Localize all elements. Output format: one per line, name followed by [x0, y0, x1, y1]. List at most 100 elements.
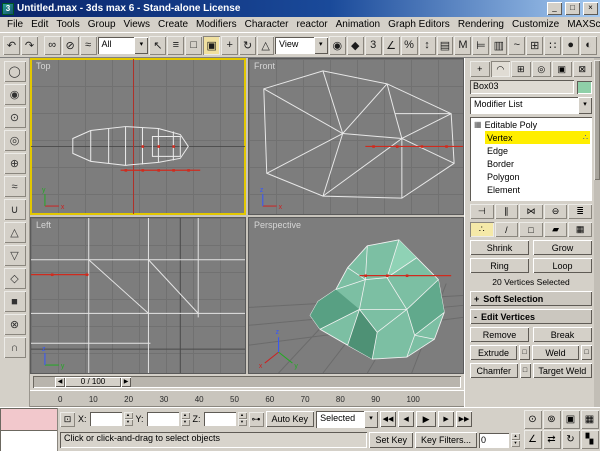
chamfer-button[interactable]: Chamfer [470, 363, 518, 378]
polygon-mode-icon[interactable]: ▰ [544, 222, 568, 237]
rectangular-selection-region-icon[interactable]: □ [185, 36, 202, 55]
reactor-tool-icon-5[interactable]: ⊕ [4, 153, 26, 174]
angle-snap-icon[interactable]: ∠ [383, 36, 400, 55]
pan-icon[interactable]: ⇄ [543, 430, 561, 449]
time-slider-handle[interactable]: ◀ 0 / 100 ▶ [55, 377, 131, 387]
viewport-left[interactable]: Left y z [30, 217, 246, 374]
previous-frame-icon[interactable]: ◀ [55, 377, 65, 387]
reactor-tool-icon-2[interactable]: ◉ [4, 84, 26, 105]
reactor-tool-icon-11[interactable]: ■ [4, 291, 26, 312]
arc-rotate-icon[interactable]: ↻ [562, 430, 580, 449]
hierarchy-tab-icon[interactable]: ⊞ [511, 61, 531, 77]
modify-tab-icon[interactable]: ◠ [491, 61, 511, 77]
edge-mode-icon[interactable]: / [495, 222, 519, 237]
minimize-button[interactable]: _ [547, 2, 562, 15]
pin-stack-icon[interactable]: ⊣ [470, 204, 494, 219]
current-frame-input[interactable] [479, 433, 509, 448]
layer-manager-icon[interactable]: ▥ [490, 36, 507, 55]
named-selection-sets-icon[interactable]: ▤ [437, 36, 454, 55]
go-to-end-icon[interactable]: ▶▶ [456, 411, 472, 427]
select-by-name-icon[interactable]: ≡ [167, 36, 184, 55]
curve-editor-icon[interactable]: ~ [508, 36, 525, 55]
menu-edit[interactable]: Edit [27, 18, 52, 31]
reactor-tool-icon-12[interactable]: ⊗ [4, 314, 26, 335]
y-coordinate-input[interactable] [147, 412, 179, 426]
stack-item-edge[interactable]: Edge [485, 144, 590, 157]
stack-item-polygon[interactable]: Polygon [485, 170, 590, 183]
select-and-manipulate-icon[interactable]: ◆ [347, 36, 364, 55]
menu-create[interactable]: Create [154, 18, 192, 31]
zoom-all-icon[interactable]: ⊚ [543, 410, 561, 429]
element-mode-icon[interactable]: ▦ [568, 222, 592, 237]
create-tab-icon[interactable]: + [470, 61, 490, 77]
select-and-scale-icon[interactable]: △ [257, 36, 274, 55]
use-pivot-center-icon[interactable]: ◉ [329, 36, 346, 55]
maximize-button[interactable]: □ [565, 2, 580, 15]
unlink-selection-icon[interactable]: ⊘ [62, 36, 79, 55]
menu-animation[interactable]: Animation [332, 18, 384, 31]
extrude-button[interactable]: Extrude [470, 345, 517, 360]
menu-group[interactable]: Group [84, 18, 120, 31]
listener-macro-line[interactable] [0, 408, 57, 430]
command-panel-scrollbar[interactable] [594, 58, 600, 407]
viewport-front[interactable]: Front x z [248, 58, 464, 215]
zoom-icon[interactable]: ⊙ [524, 410, 542, 429]
viewport-left-label[interactable]: Left [36, 220, 51, 230]
menu-customize[interactable]: Customize [508, 18, 563, 31]
set-key-button[interactable]: Set Key [369, 432, 413, 448]
z-spinner[interactable]: ▲▼ [238, 412, 247, 426]
bind-to-spacewarp-icon[interactable]: ≈ [80, 36, 97, 55]
stack-item-border[interactable]: Border [485, 157, 590, 170]
y-spinner[interactable]: ▲▼ [181, 412, 190, 426]
menu-tools[interactable]: Tools [52, 18, 83, 31]
soft-selection-rollout[interactable]: + Soft Selection [470, 291, 592, 306]
snap-toggle-icon[interactable]: 3 [365, 36, 382, 55]
quick-render-icon[interactable]: ◐ [580, 36, 597, 55]
percent-snap-icon[interactable]: % [401, 36, 418, 55]
viewport-top[interactable]: Top [30, 58, 246, 215]
menu-reactor[interactable]: reactor [293, 18, 332, 31]
menu-character[interactable]: Character [241, 18, 293, 31]
reactor-tool-icon-7[interactable]: ∪ [4, 199, 26, 220]
chamfer-settings-icon[interactable]: □ [520, 363, 531, 378]
selected-filter-dropdown[interactable]: Selected ▾ [316, 411, 378, 428]
next-frame-icon[interactable]: ▶ [438, 411, 454, 427]
undo-icon[interactable]: ↶ [3, 36, 20, 55]
target-weld-button[interactable]: Target Weld [533, 363, 592, 378]
time-slider-track[interactable]: ◀ 0 / 100 ▶ [33, 376, 461, 388]
spinner-snap-icon[interactable]: ↕ [419, 36, 436, 55]
weld-button[interactable]: Weld [532, 345, 579, 360]
reactor-tool-icon-13[interactable]: ∩ [4, 337, 26, 358]
reactor-tool-icon-4[interactable]: ◎ [4, 130, 26, 151]
object-name-field[interactable]: Box03 [470, 80, 574, 94]
loop-button[interactable]: Loop [533, 258, 592, 273]
menu-maxscript[interactable]: MAXScript [563, 18, 600, 31]
stack-item-vertex[interactable]: Vertex ∴ [485, 131, 590, 144]
zoom-extents-icon[interactable]: ▣ [562, 410, 580, 429]
viewport-front-label[interactable]: Front [254, 61, 275, 71]
menu-views[interactable]: Views [120, 18, 155, 31]
make-unique-icon[interactable]: ⋈ [519, 204, 543, 219]
reference-coordinate-dropdown[interactable]: View ▾ [275, 37, 328, 54]
scrollbar-thumb[interactable] [594, 60, 600, 180]
vertex-mode-icon[interactable]: ∴ [470, 222, 494, 237]
menu-graph-editors[interactable]: Graph Editors [384, 18, 454, 31]
next-frame-icon[interactable]: ▶ [121, 377, 131, 387]
reactor-tool-icon-8[interactable]: △ [4, 222, 26, 243]
remove-button[interactable]: Remove [470, 327, 529, 342]
play-icon[interactable]: ▶ [416, 411, 436, 427]
select-and-move-icon[interactable]: + [221, 36, 238, 55]
break-button[interactable]: Break [533, 327, 592, 342]
weld-settings-icon[interactable]: □ [581, 345, 592, 360]
zoom-extents-all-icon[interactable]: ▦ [581, 410, 599, 429]
reactor-tool-icon-1[interactable]: ◯ [4, 61, 26, 82]
close-button[interactable]: × [583, 2, 598, 15]
display-tab-icon[interactable]: ▣ [552, 61, 572, 77]
material-editor-icon[interactable]: ∷ [544, 36, 561, 55]
maxscript-mini-listener[interactable] [0, 408, 58, 451]
frame-spinner[interactable]: ▲▼ [511, 433, 520, 447]
viewport-perspective-label[interactable]: Perspective [254, 220, 301, 230]
border-mode-icon[interactable]: □ [519, 222, 543, 237]
go-to-start-icon[interactable]: ◀◀ [380, 411, 396, 427]
modifier-list-dropdown[interactable]: Modifier List ▾ [470, 97, 592, 114]
